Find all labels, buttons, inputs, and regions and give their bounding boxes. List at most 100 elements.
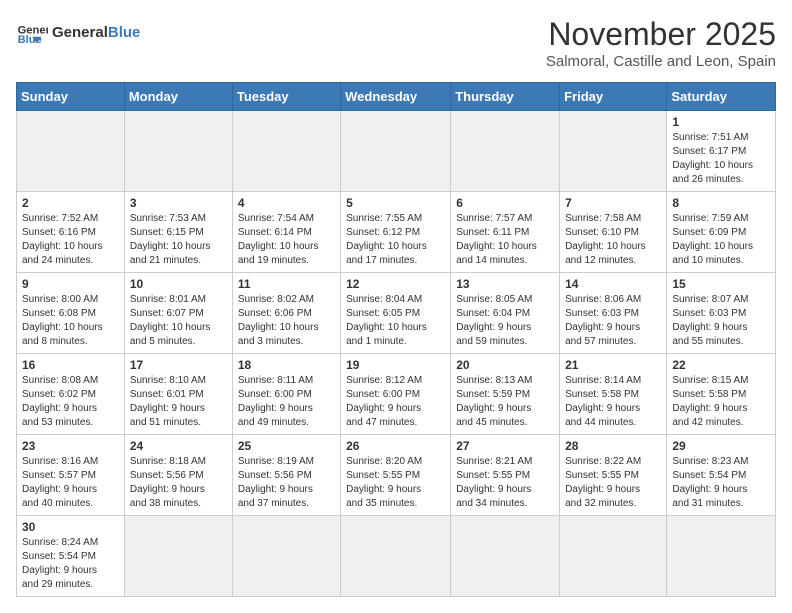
calendar-cell: 16 Sunrise: 8:08 AM Sunset: 6:02 PM Dayli…: [17, 354, 125, 435]
calendar-cell: 7 Sunrise: 7:58 AM Sunset: 6:10 PM Daylig…: [560, 192, 667, 273]
calendar-cell: 5 Sunrise: 7:55 AM Sunset: 6:12 PM Daylig…: [341, 192, 451, 273]
day-info: Sunrise: 7:57 AM Sunset: 6:11 PM Dayligh…: [456, 212, 554, 268]
day-number: 24: [130, 439, 227, 453]
day-number: 17: [130, 358, 227, 372]
day-info: Sunrise: 8:16 AM Sunset: 5:57 PM Dayligh…: [22, 455, 119, 511]
logo-text: GeneralBlue: [52, 24, 140, 41]
day-info: Sunrise: 7:59 AM Sunset: 6:09 PM Dayligh…: [672, 212, 770, 268]
day-number: 4: [238, 196, 335, 210]
calendar-cell: 26Sunrise: 8:20 AM Sunset: 5:55 PM Dayli…: [341, 435, 451, 516]
calendar-cell: [560, 111, 667, 192]
day-number: 1: [672, 115, 770, 129]
day-info: Sunrise: 8:12 AM Sunset: 6:00 PM Dayligh…: [346, 374, 445, 430]
day-number: 13: [456, 277, 554, 291]
logo-icon: General Blue: [16, 16, 48, 48]
day-number: 16: [22, 358, 119, 372]
calendar-cell: 4 Sunrise: 7:54 AM Sunset: 6:14 PM Daylig…: [232, 192, 340, 273]
calendar-cell: 30Sunrise: 8:24 AM Sunset: 5:54 PM Dayli…: [17, 516, 125, 597]
day-number: 11: [238, 277, 335, 291]
logo-normal: General: [52, 24, 108, 41]
day-number: 9: [22, 277, 119, 291]
day-number: 6: [456, 196, 554, 210]
day-header-tuesday: Tuesday: [232, 83, 340, 111]
calendar-cell: 28Sunrise: 8:22 AM Sunset: 5:55 PM Dayli…: [560, 435, 667, 516]
day-info: Sunrise: 8:07 AM Sunset: 6:03 PM Dayligh…: [672, 293, 770, 349]
calendar-cell: 17Sunrise: 8:10 AM Sunset: 6:01 PM Dayli…: [124, 354, 232, 435]
day-info: Sunrise: 8:00 AM Sunset: 6:08 PM Dayligh…: [22, 293, 119, 349]
calendar-cell: 13 Sunrise: 8:05 AM Sunset: 6:04 PM Dayli…: [451, 273, 560, 354]
week-row-5: 23 Sunrise: 8:16 AM Sunset: 5:57 PM Dayli…: [17, 435, 776, 516]
day-info: Sunrise: 8:15 AM Sunset: 5:58 PM Dayligh…: [672, 374, 770, 430]
calendar-cell: [232, 111, 340, 192]
week-row-3: 9 Sunrise: 8:00 AM Sunset: 6:08 PM Daylig…: [17, 273, 776, 354]
day-info: Sunrise: 8:23 AM Sunset: 5:54 PM Dayligh…: [672, 455, 770, 511]
day-number: 26: [346, 439, 445, 453]
calendar-cell: [341, 111, 451, 192]
day-number: 10: [130, 277, 227, 291]
calendar-cell: 21Sunrise: 8:14 AM Sunset: 5:58 PM Dayli…: [560, 354, 667, 435]
calendar-cell: 3Sunrise: 7:53 AM Sunset: 6:15 PM Daylig…: [124, 192, 232, 273]
calendar-cell: 18Sunrise: 8:11 AM Sunset: 6:00 PM Dayli…: [232, 354, 340, 435]
day-number: 25: [238, 439, 335, 453]
day-header-saturday: Saturday: [667, 83, 776, 111]
day-number: 18: [238, 358, 335, 372]
day-info: Sunrise: 7:58 AM Sunset: 6:10 PM Dayligh…: [565, 212, 661, 268]
day-number: 3: [130, 196, 227, 210]
day-info: Sunrise: 8:05 AM Sunset: 6:04 PM Dayligh…: [456, 293, 554, 349]
day-info: Sunrise: 8:24 AM Sunset: 5:54 PM Dayligh…: [22, 536, 119, 592]
day-info: Sunrise: 8:13 AM Sunset: 5:59 PM Dayligh…: [456, 374, 554, 430]
day-info: Sunrise: 8:04 AM Sunset: 6:05 PM Dayligh…: [346, 293, 445, 349]
calendar-cell: 24 Sunrise: 8:18 AM Sunset: 5:56 PM Dayli…: [124, 435, 232, 516]
day-number: 29: [672, 439, 770, 453]
calendar-cell: 20Sunrise: 8:13 AM Sunset: 5:59 PM Dayli…: [451, 354, 560, 435]
day-info: Sunrise: 7:55 AM Sunset: 6:12 PM Dayligh…: [346, 212, 445, 268]
calendar-table: SundayMondayTuesdayWednesdayThursdayFrid…: [16, 82, 776, 597]
day-number: 27: [456, 439, 554, 453]
logo: General Blue GeneralBlue: [16, 16, 140, 48]
day-info: Sunrise: 8:18 AM Sunset: 5:56 PM Dayligh…: [130, 455, 227, 511]
day-header-sunday: Sunday: [17, 83, 125, 111]
logo-accent: Blue: [108, 24, 141, 41]
calendar-cell: 12 Sunrise: 8:04 AM Sunset: 6:05 PM Dayli…: [341, 273, 451, 354]
calendar-cell: [451, 516, 560, 597]
calendar-cell: 10 Sunrise: 8:01 AM Sunset: 6:07 PM Dayli…: [124, 273, 232, 354]
calendar-cell: [341, 516, 451, 597]
day-number: 8: [672, 196, 770, 210]
header: General Blue GeneralBlue November 2025 S…: [16, 16, 776, 70]
day-info: Sunrise: 8:21 AM Sunset: 5:55 PM Dayligh…: [456, 455, 554, 511]
week-row-4: 16 Sunrise: 8:08 AM Sunset: 6:02 PM Dayli…: [17, 354, 776, 435]
calendar-cell: [667, 516, 776, 597]
week-row-2: 2 Sunrise: 7:52 AM Sunset: 6:16 PM Daylig…: [17, 192, 776, 273]
calendar-cell: 23 Sunrise: 8:16 AM Sunset: 5:57 PM Dayli…: [17, 435, 125, 516]
day-number: 22: [672, 358, 770, 372]
day-number: 14: [565, 277, 661, 291]
title-block: November 2025 Salmoral, Castille and Leo…: [546, 16, 776, 70]
day-info: Sunrise: 8:19 AM Sunset: 5:56 PM Dayligh…: [238, 455, 335, 511]
calendar-cell: [17, 111, 125, 192]
day-number: 12: [346, 277, 445, 291]
day-info: Sunrise: 7:52 AM Sunset: 6:16 PM Dayligh…: [22, 212, 119, 268]
day-info: Sunrise: 8:14 AM Sunset: 5:58 PM Dayligh…: [565, 374, 661, 430]
calendar-cell: 15Sunrise: 8:07 AM Sunset: 6:03 PM Dayli…: [667, 273, 776, 354]
days-header-row: SundayMondayTuesdayWednesdayThursdayFrid…: [17, 83, 776, 111]
calendar-cell: 14Sunrise: 8:06 AM Sunset: 6:03 PM Dayli…: [560, 273, 667, 354]
day-info: Sunrise: 7:51 AM Sunset: 6:17 PM Dayligh…: [672, 131, 770, 187]
day-info: Sunrise: 8:08 AM Sunset: 6:02 PM Dayligh…: [22, 374, 119, 430]
calendar-cell: 29 Sunrise: 8:23 AM Sunset: 5:54 PM Dayli…: [667, 435, 776, 516]
day-number: 28: [565, 439, 661, 453]
day-number: 7: [565, 196, 661, 210]
calendar-cell: 2 Sunrise: 7:52 AM Sunset: 6:16 PM Daylig…: [17, 192, 125, 273]
day-number: 5: [346, 196, 445, 210]
day-number: 19: [346, 358, 445, 372]
day-info: Sunrise: 7:54 AM Sunset: 6:14 PM Dayligh…: [238, 212, 335, 268]
day-number: 23: [22, 439, 119, 453]
week-row-6: 30Sunrise: 8:24 AM Sunset: 5:54 PM Dayli…: [17, 516, 776, 597]
day-info: Sunrise: 8:01 AM Sunset: 6:07 PM Dayligh…: [130, 293, 227, 349]
day-header-wednesday: Wednesday: [341, 83, 451, 111]
day-number: 2: [22, 196, 119, 210]
calendar-cell: 19 Sunrise: 8:12 AM Sunset: 6:00 PM Dayli…: [341, 354, 451, 435]
calendar-cell: 6 Sunrise: 7:57 AM Sunset: 6:11 PM Daylig…: [451, 192, 560, 273]
day-header-monday: Monday: [124, 83, 232, 111]
day-header-friday: Friday: [560, 83, 667, 111]
calendar-cell: 1 Sunrise: 7:51 AM Sunset: 6:17 PM Daylig…: [667, 111, 776, 192]
